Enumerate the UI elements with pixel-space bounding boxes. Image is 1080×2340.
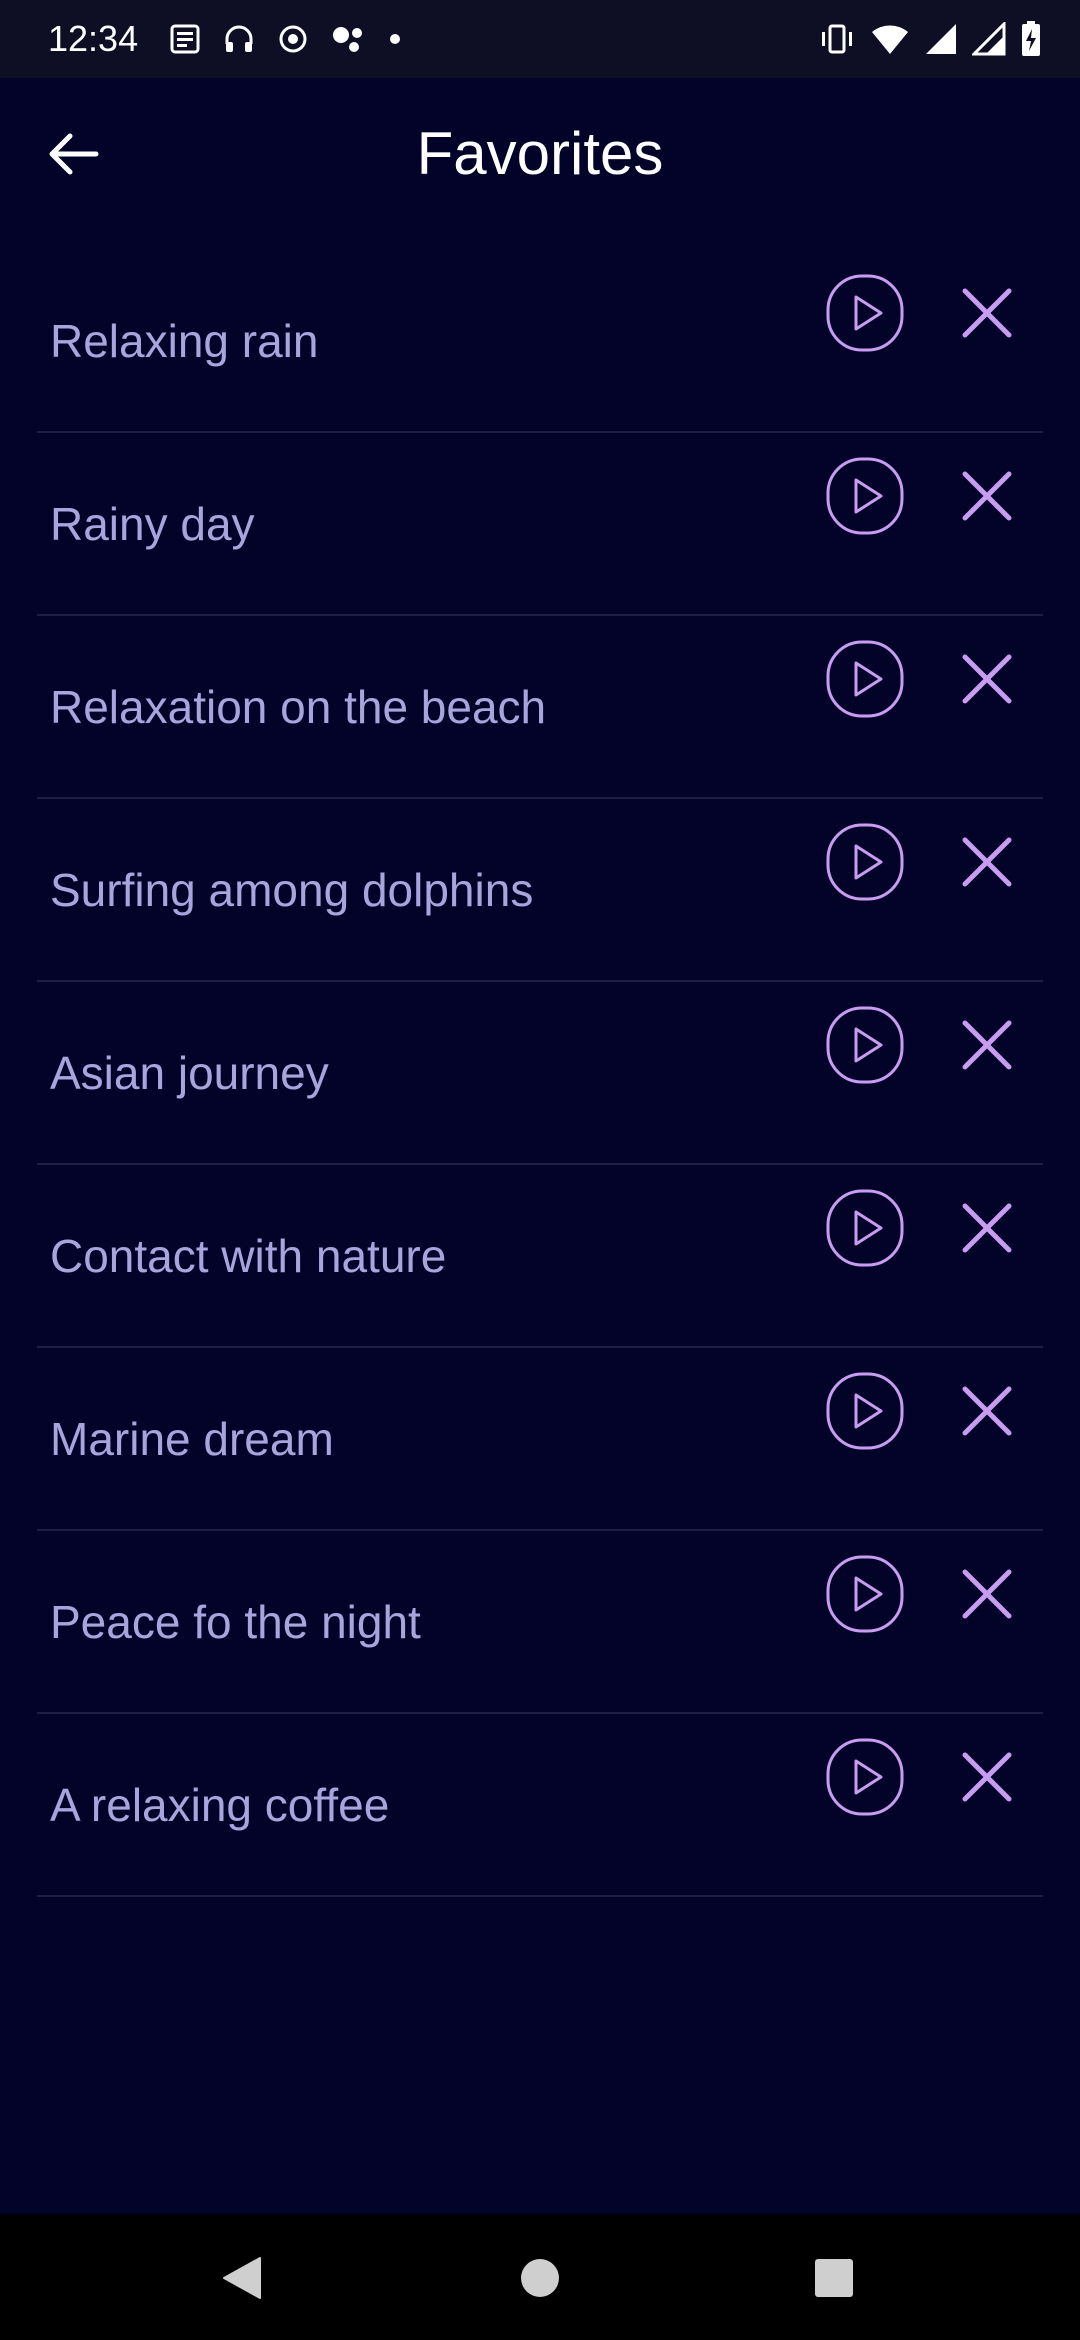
favorites-screen: 12:34 Favorites Relaxing rain Rainy day … — [0, 0, 1080, 2340]
play-button[interactable] — [825, 1188, 905, 1268]
play-button[interactable] — [825, 822, 905, 902]
favorite-title[interactable]: A relaxing coffee — [50, 1714, 389, 1897]
signal-icon — [924, 22, 958, 56]
home-circle-icon — [518, 2256, 562, 2300]
battery-charging-icon — [1020, 20, 1042, 58]
favorite-title[interactable]: Contact with nature — [50, 1165, 446, 1348]
favorite-item: Asian journey — [37, 982, 1043, 1165]
vibrate-icon — [818, 22, 856, 56]
favorite-item: A relaxing coffee — [37, 1714, 1043, 1897]
status-right-icons — [818, 18, 1042, 60]
play-button[interactable] — [825, 1371, 905, 1451]
favorite-item: Relaxing rain — [37, 250, 1043, 433]
back-triangle-icon — [220, 2254, 264, 2302]
play-button[interactable] — [825, 1005, 905, 1085]
nav-recents-button[interactable] — [794, 2238, 874, 2318]
record-icon — [276, 22, 310, 56]
favorite-item: Marine dream — [37, 1348, 1043, 1531]
play-button[interactable] — [825, 1554, 905, 1634]
remove-button[interactable] — [947, 1371, 1027, 1451]
play-button[interactable] — [825, 639, 905, 719]
close-icon — [959, 1383, 1015, 1439]
favorite-item: Peace fo the night — [37, 1531, 1043, 1714]
favorite-title[interactable]: Marine dream — [50, 1348, 334, 1531]
signal-icon — [972, 22, 1006, 56]
page-title: Favorites — [416, 120, 664, 187]
close-icon — [959, 1200, 1015, 1256]
status-left-icons — [168, 18, 402, 60]
close-icon — [959, 1749, 1015, 1805]
nav-home-button[interactable] — [500, 2238, 580, 2318]
close-icon — [959, 285, 1015, 341]
play-icon — [825, 822, 905, 902]
close-icon — [959, 834, 1015, 890]
favorite-item: Surfing among dolphins — [37, 799, 1043, 982]
play-icon — [825, 1554, 905, 1634]
recents-square-icon — [813, 2257, 855, 2299]
wifi-icon — [870, 22, 910, 56]
favorite-title[interactable]: Rainy day — [50, 433, 255, 616]
close-icon — [959, 1566, 1015, 1622]
news-icon — [168, 22, 202, 56]
play-icon — [825, 1371, 905, 1451]
status-time: 12:34 — [48, 18, 139, 59]
remove-button[interactable] — [947, 639, 1027, 719]
remove-button[interactable] — [947, 456, 1027, 536]
play-button[interactable] — [825, 456, 905, 536]
status-bar: 12:34 — [0, 0, 1080, 78]
app-bar: Favorites — [0, 78, 1080, 234]
nav-back-button[interactable] — [202, 2238, 282, 2318]
favorite-title[interactable]: Peace fo the night — [50, 1531, 421, 1714]
remove-button[interactable] — [947, 1188, 1027, 1268]
favorite-title[interactable]: Surfing among dolphins — [50, 799, 533, 982]
favorite-title[interactable]: Relaxation on the beach — [50, 616, 546, 799]
remove-button[interactable] — [947, 273, 1027, 353]
favorite-item: Rainy day — [37, 433, 1043, 616]
play-icon — [825, 1188, 905, 1268]
favorite-item: Relaxation on the beach — [37, 616, 1043, 799]
system-nav-bar — [0, 2214, 1080, 2340]
close-icon — [959, 468, 1015, 524]
favorites-list: Relaxing rain Rainy day Relaxation on th… — [37, 250, 1043, 1897]
play-icon — [825, 639, 905, 719]
assistant-icon — [330, 22, 368, 56]
play-icon — [825, 456, 905, 536]
close-icon — [959, 1017, 1015, 1073]
favorite-item: Contact with nature — [37, 1165, 1043, 1348]
play-icon — [825, 273, 905, 353]
dot-icon — [388, 22, 402, 56]
remove-button[interactable] — [947, 1737, 1027, 1817]
play-icon — [825, 1005, 905, 1085]
favorite-title[interactable]: Asian journey — [50, 982, 329, 1165]
play-icon — [825, 1737, 905, 1817]
play-button[interactable] — [825, 1737, 905, 1817]
play-button[interactable] — [825, 273, 905, 353]
remove-button[interactable] — [947, 822, 1027, 902]
remove-button[interactable] — [947, 1005, 1027, 1085]
close-icon — [959, 651, 1015, 707]
headphones-icon — [222, 22, 256, 56]
favorite-title[interactable]: Relaxing rain — [50, 250, 318, 433]
remove-button[interactable] — [947, 1554, 1027, 1634]
